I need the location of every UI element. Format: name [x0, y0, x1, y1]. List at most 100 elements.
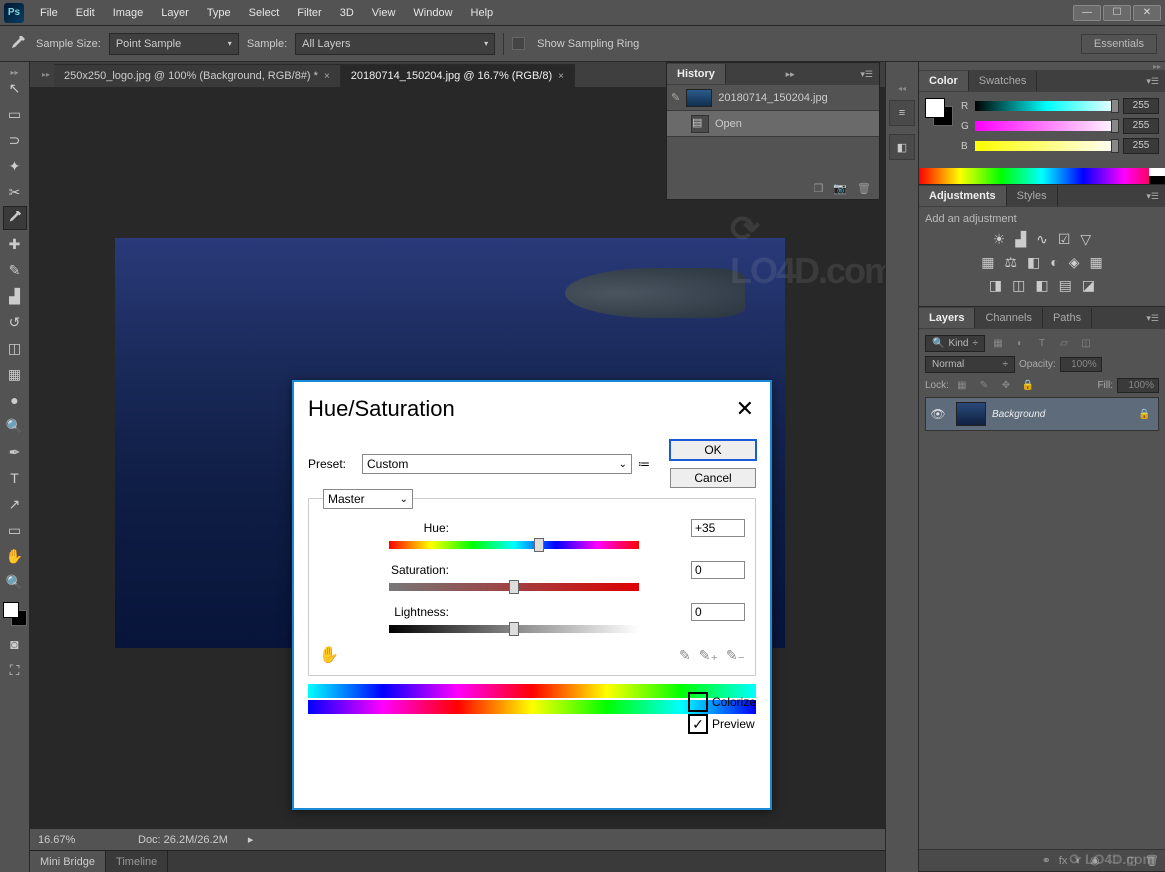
path-tool[interactable]: ↗ — [3, 492, 27, 516]
b-value[interactable]: 255 — [1123, 138, 1159, 154]
panel-menu-icon[interactable]: ▾☰ — [1140, 191, 1165, 202]
menu-select[interactable]: Select — [241, 3, 288, 23]
menu-3d[interactable]: 3D — [332, 3, 362, 23]
doc-tab-1[interactable]: 20180714_150204.jpg @ 16.7% (RGB/8) × — [341, 64, 575, 87]
marquee-tool[interactable]: ▭ — [3, 102, 27, 126]
close-icon[interactable]: × — [558, 71, 564, 82]
color-swatches[interactable] — [3, 602, 27, 626]
crop-tool[interactable]: ✂ — [3, 180, 27, 204]
adj-brightness-icon[interactable]: ☀ — [993, 231, 1006, 248]
saturation-value[interactable]: 0 — [691, 561, 745, 579]
opacity-value[interactable]: 100% — [1060, 357, 1102, 372]
panel-icon-2[interactable]: ◧ — [889, 134, 915, 160]
wand-tool[interactable]: ✦ — [3, 154, 27, 178]
zoom-tool[interactable]: 🔍 — [3, 570, 27, 594]
ok-button[interactable]: OK — [670, 440, 756, 460]
lightness-slider[interactable] — [389, 625, 639, 633]
dialog-close-icon[interactable]: ✕ — [736, 396, 754, 422]
panel-menu-icon[interactable]: ▾☰ — [1140, 76, 1165, 87]
panels-gripper[interactable]: ▸▸ — [919, 62, 1165, 70]
adj-threshold-icon[interactable]: ◧ — [1035, 277, 1048, 294]
sample-size-select[interactable]: Point Sample — [109, 33, 239, 55]
eraser-tool[interactable]: ◫ — [3, 336, 27, 360]
history-snapshot[interactable]: ✎ 20180714_150204.jpg — [667, 85, 879, 111]
saturation-slider[interactable] — [389, 583, 639, 591]
layer-filter-kind[interactable]: 🔍 Kind ÷ — [925, 335, 985, 352]
layer-name[interactable]: Background — [992, 409, 1138, 420]
adj-exposure-icon[interactable]: ☑ — [1058, 231, 1071, 248]
adjustments-tab[interactable]: Adjustments — [919, 186, 1007, 206]
spectrum-strip[interactable] — [919, 168, 1165, 184]
layer-item-background[interactable]: 👁 Background 🔒 — [925, 397, 1159, 431]
gradient-tool[interactable]: ▦ — [3, 362, 27, 386]
minimize-button[interactable]: — — [1073, 5, 1101, 21]
menu-help[interactable]: Help — [463, 3, 502, 23]
menu-image[interactable]: Image — [105, 3, 152, 23]
workspace-switcher[interactable]: Essentials — [1081, 34, 1157, 54]
lock-move-icon[interactable]: ✥ — [997, 377, 1015, 393]
timeline-tab[interactable]: Timeline — [106, 851, 168, 872]
preview-checkbox[interactable]: ✓ — [688, 714, 708, 734]
adj-levels-icon[interactable]: ▟ — [1015, 231, 1026, 248]
menu-view[interactable]: View — [364, 3, 404, 23]
layer-thumbnail[interactable] — [956, 402, 986, 426]
scrub-hand-icon[interactable]: ✋ — [319, 645, 339, 665]
panel-menu-icon[interactable]: ▾☰ — [1140, 313, 1165, 324]
menu-edit[interactable]: Edit — [68, 3, 103, 23]
filter-shape-icon[interactable]: ▱ — [1055, 336, 1073, 352]
fg-color[interactable] — [3, 602, 19, 618]
iconcol-gripper[interactable]: ◂◂ — [898, 84, 906, 92]
eyedropper-minus-icon[interactable]: ✎₋ — [726, 647, 745, 664]
quickmask-tool[interactable]: ◙ — [3, 632, 27, 656]
filter-smart-icon[interactable]: ◫ — [1077, 336, 1095, 352]
b-slider[interactable] — [975, 141, 1119, 151]
hue-slider[interactable] — [389, 541, 639, 549]
fill-value[interactable]: 100% — [1117, 378, 1159, 393]
stamp-tool[interactable]: ▟ — [3, 284, 27, 308]
heal-tool[interactable]: ✚ — [3, 232, 27, 256]
hand-tool[interactable]: ✋ — [3, 544, 27, 568]
history-brush-tool[interactable]: ↺ — [3, 310, 27, 334]
adj-lookup-icon[interactable]: ▦ — [1090, 254, 1103, 271]
filter-adjust-icon[interactable]: ◐ — [1011, 336, 1029, 352]
styles-tab[interactable]: Styles — [1007, 186, 1058, 206]
adj-invert-icon[interactable]: ◨ — [989, 277, 1002, 294]
maximize-button[interactable]: ☐ — [1103, 5, 1131, 21]
history-tab[interactable]: History — [667, 64, 726, 84]
sample-select[interactable]: All Layers — [295, 33, 495, 55]
eyedropper-plus-icon[interactable]: ✎₊ — [699, 647, 718, 664]
g-value[interactable]: 255 — [1123, 118, 1159, 134]
lock-pixels-icon[interactable]: ▦ — [953, 377, 971, 393]
new-doc-icon[interactable]: ❐ — [813, 182, 823, 195]
adj-bw-icon[interactable]: ◧ — [1027, 254, 1040, 271]
trash-icon[interactable]: 🗑 — [857, 182, 871, 195]
collapse-icon[interactable]: ▸▸ — [780, 69, 801, 80]
screenmode-tool[interactable]: ⛶ — [3, 658, 27, 682]
tab-gripper[interactable]: ▸▸ — [42, 62, 54, 87]
panel-menu-icon[interactable]: ▾☰ — [854, 69, 879, 80]
menu-filter[interactable]: Filter — [289, 3, 329, 23]
tools-gripper[interactable]: ▸▸ — [0, 68, 29, 76]
adj-curves-icon[interactable]: ∿ — [1036, 231, 1048, 248]
eyedropper-icon[interactable]: ✎ — [679, 647, 691, 664]
panel-icon-1[interactable]: ≡ — [889, 100, 915, 126]
adj-hue-icon[interactable]: ▦ — [981, 254, 994, 271]
link-icon[interactable]: ⚭ — [1042, 854, 1051, 867]
layers-tab[interactable]: Layers — [919, 308, 975, 328]
adj-balance-icon[interactable]: ⚖ — [1004, 254, 1017, 271]
channel-select[interactable]: Master⌄ — [323, 489, 413, 509]
mini-bridge-tab[interactable]: Mini Bridge — [30, 851, 106, 872]
shape-tool[interactable]: ▭ — [3, 518, 27, 542]
history-step[interactable]: ▤ Open — [667, 111, 879, 137]
color-picker-swatch[interactable] — [925, 98, 953, 126]
blur-tool[interactable]: ● — [3, 388, 27, 412]
menu-file[interactable]: File — [32, 3, 66, 23]
g-slider[interactable] — [975, 121, 1119, 131]
color-tab[interactable]: Color — [919, 71, 969, 91]
preset-menu-icon[interactable]: ≔ — [638, 457, 650, 471]
menu-layer[interactable]: Layer — [153, 3, 197, 23]
preset-select[interactable]: Custom⌄ — [362, 454, 632, 474]
doc-tab-0[interactable]: 250x250_logo.jpg @ 100% (Background, RGB… — [54, 64, 341, 87]
adj-vibrance-icon[interactable]: ▽ — [1080, 231, 1091, 248]
filter-type-icon[interactable]: T — [1033, 336, 1051, 352]
